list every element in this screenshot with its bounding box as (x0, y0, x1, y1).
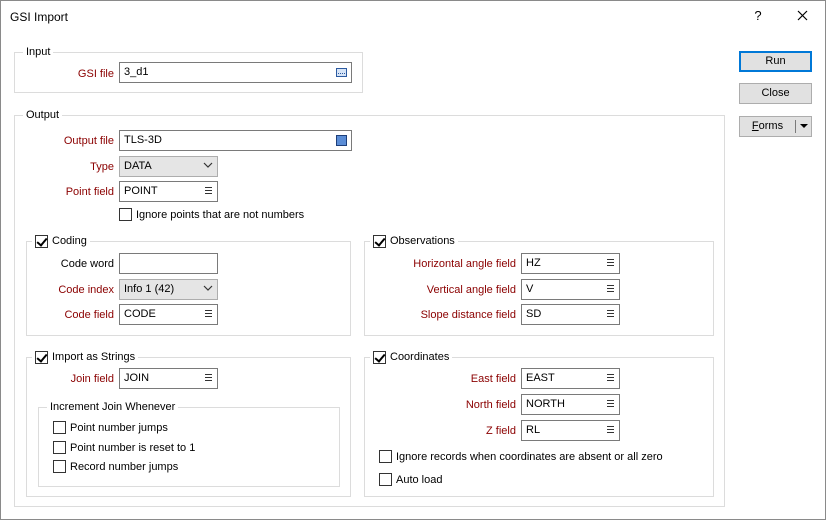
point-reset-label: Point number is reset to 1 (70, 441, 196, 454)
chevron-down-icon (203, 162, 213, 168)
field-list-icon[interactable] (205, 310, 212, 318)
coding-label: Coding (52, 235, 87, 247)
output-file-picker-icon[interactable] (336, 135, 347, 146)
code-field-value: CODE (124, 308, 156, 320)
point-jumps-row[interactable]: Point number jumps (53, 421, 168, 434)
z-field-value: RL (526, 424, 541, 436)
output-file-value: TLS-3D (124, 134, 162, 146)
field-list-icon[interactable] (607, 400, 614, 408)
point-reset-checkbox[interactable] (53, 441, 66, 454)
record-jumps-checkbox[interactable] (53, 460, 66, 473)
point-reset-row[interactable]: Point number is reset to 1 (53, 441, 195, 454)
north-field-value: NORTH (526, 398, 565, 410)
vertical-angle-value: V (526, 283, 534, 295)
auto-load-row[interactable]: Auto load (379, 473, 442, 486)
gsi-file-value: 3_d1 (124, 66, 149, 78)
observations-group-header: Observations (370, 234, 458, 248)
forms-split-button[interactable]: Forms (739, 116, 812, 137)
north-field-input[interactable]: NORTH (521, 394, 620, 415)
point-field-value: POINT (124, 185, 158, 197)
z-field-label: Z field (486, 425, 516, 437)
ignore-records-checkbox[interactable] (379, 450, 392, 463)
join-field-label: Join field (70, 373, 114, 385)
join-field-input[interactable]: JOIN (119, 368, 218, 389)
ignore-records-row[interactable]: Ignore records when coordinates are abse… (379, 450, 663, 463)
east-field-input[interactable]: EAST (521, 368, 620, 389)
coordinates-checkbox[interactable] (373, 350, 386, 364)
type-label: Type (90, 161, 114, 173)
code-word-input[interactable] (119, 253, 218, 274)
east-field-value: EAST (526, 372, 555, 384)
vertical-angle-label: Vertical angle field (426, 284, 516, 296)
chevron-down-icon (203, 285, 213, 291)
coordinates-group-header: Coordinates (370, 350, 453, 364)
coordinates-label: Coordinates (390, 351, 450, 363)
code-index-value: Info 1 (42) (124, 283, 175, 295)
field-list-icon[interactable] (205, 374, 212, 382)
horizontal-angle-label: Horizontal angle field (413, 258, 516, 270)
auto-load-checkbox[interactable] (379, 473, 392, 486)
import-strings-checkbox[interactable] (35, 350, 48, 364)
east-field-label: East field (470, 373, 516, 385)
gsi-import-dialog: GSI Import ? Run Close Forms Input GSI f… (0, 0, 826, 520)
auto-load-label: Auto load (396, 473, 443, 486)
coding-group-header: Coding (32, 234, 90, 248)
import-strings-label: Import as Strings (52, 351, 136, 363)
output-file-label: Output file (63, 135, 114, 147)
close-icon[interactable] (790, 6, 814, 26)
join-field-value: JOIN (124, 372, 150, 384)
type-value: DATA (124, 160, 152, 172)
point-jumps-label: Point number jumps (70, 421, 168, 434)
browse-icon[interactable] (336, 68, 347, 77)
record-jumps-label: Record number jumps (70, 460, 179, 473)
code-index-label: Code index (58, 284, 114, 296)
observations-label: Observations (390, 235, 455, 247)
horizontal-angle-input[interactable]: HZ (521, 253, 620, 274)
forms-button-label[interactable]: Forms (740, 117, 795, 136)
slope-distance-label: Slope distance field (420, 309, 516, 321)
slope-distance-input[interactable]: SD (521, 304, 620, 325)
field-list-icon[interactable] (607, 285, 614, 293)
coding-checkbox[interactable] (35, 234, 48, 248)
code-index-dropdown[interactable]: Info 1 (42) (119, 279, 218, 300)
ignore-points-checkbox-row[interactable]: Ignore points that are not numbers (119, 208, 304, 221)
ignore-points-label: Ignore points that are not numbers (136, 208, 305, 221)
code-field-label: Code field (64, 309, 114, 321)
field-list-icon[interactable] (205, 187, 212, 195)
field-list-icon[interactable] (607, 426, 614, 434)
field-list-icon[interactable] (607, 374, 614, 382)
north-field-label: North field (465, 399, 516, 411)
increment-join-label: Increment Join Whenever (47, 400, 179, 414)
type-dropdown[interactable]: DATA (119, 156, 218, 177)
import-strings-group-header: Import as Strings (32, 350, 139, 364)
point-jumps-checkbox[interactable] (53, 421, 66, 434)
horizontal-angle-value: HZ (526, 257, 541, 269)
help-button[interactable]: ? (746, 6, 770, 26)
split-separator (795, 120, 796, 133)
point-field-input[interactable]: POINT (119, 181, 218, 202)
window-title: GSI Import (10, 10, 69, 24)
field-list-icon[interactable] (607, 259, 614, 267)
z-field-input[interactable]: RL (521, 420, 620, 441)
ignore-points-checkbox[interactable] (119, 208, 132, 221)
code-word-label: Code word (60, 258, 114, 270)
output-group-label: Output (23, 108, 63, 122)
dropdown-arrow-icon[interactable] (800, 124, 808, 128)
input-group-label: Input (23, 45, 54, 59)
ignore-records-label: Ignore records when coordinates are abse… (396, 450, 663, 463)
output-file-field[interactable]: TLS-3D (119, 130, 352, 151)
field-list-icon[interactable] (607, 310, 614, 318)
run-button[interactable]: Run (739, 51, 812, 72)
code-field-input[interactable]: CODE (119, 304, 218, 325)
vertical-angle-input[interactable]: V (521, 279, 620, 300)
observations-checkbox[interactable] (373, 234, 386, 248)
close-button[interactable]: Close (739, 83, 812, 104)
slope-distance-value: SD (526, 308, 542, 320)
title-bar: GSI Import ? (1, 1, 825, 33)
record-jumps-row[interactable]: Record number jumps (53, 460, 178, 473)
gsi-file-field[interactable]: 3_d1 (119, 62, 352, 83)
point-field-label: Point field (65, 186, 114, 198)
gsi-file-label: GSI file (77, 68, 114, 80)
